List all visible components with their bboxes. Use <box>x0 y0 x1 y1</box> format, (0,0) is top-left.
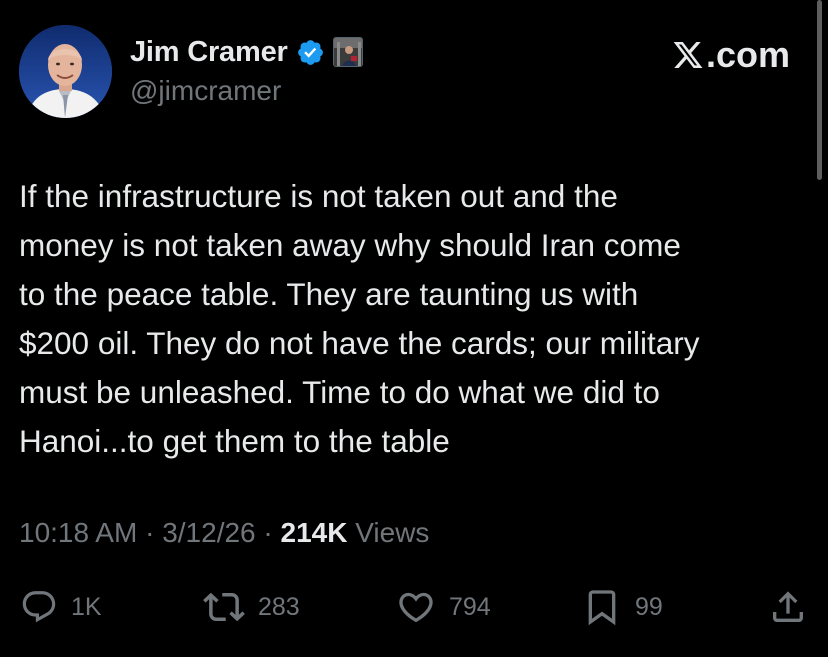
repost-button[interactable]: 283 <box>203 584 300 630</box>
tweet-meta: 10:18 AM · 3/12/26 · 214K Views <box>19 517 429 549</box>
tweet-screenshot: Jim Cramer @jimcramer .com If the infras… <box>0 0 828 657</box>
x-logo-icon <box>673 42 703 68</box>
bookmark-icon <box>588 590 616 626</box>
tweet-line: to the peace table. They are taunting us… <box>19 276 639 312</box>
views-count[interactable]: 214K <box>281 517 348 548</box>
like-count: 794 <box>449 592 491 621</box>
avatar[interactable] <box>19 25 112 118</box>
repost-count: 283 <box>258 592 300 621</box>
brand-watermark: .com <box>672 34 790 76</box>
action-bar: 1K 283 794 99 <box>0 584 828 630</box>
reply-icon <box>22 591 56 623</box>
share-icon <box>773 591 803 622</box>
author-name-row: Jim Cramer <box>130 32 363 72</box>
views-label: Views <box>347 517 430 548</box>
tweet-date[interactable]: 3/12/26 <box>162 517 255 548</box>
tweet-line: If the infrastructure is not taken out a… <box>19 178 618 214</box>
tweet-line: $200 oil. They do not have the cards; ou… <box>19 325 700 361</box>
meta-separator: · <box>137 517 163 548</box>
share-button[interactable] <box>768 584 808 630</box>
verified-badge-icon[interactable] <box>296 38 325 67</box>
brand-domain: .com <box>705 34 790 75</box>
bookmark-count: 99 <box>635 592 663 621</box>
tweet-line: must be unleashed. Time to do what we di… <box>19 374 660 410</box>
scrollbar[interactable] <box>817 0 822 180</box>
reply-count: 1K <box>71 592 102 621</box>
tweet-text: If the infrastructure is not taken out a… <box>19 172 809 466</box>
heart-icon <box>399 592 433 623</box>
tweet-time[interactable]: 10:18 AM <box>19 517 137 548</box>
affiliation-badge-icon[interactable] <box>332 37 363 67</box>
author-handle[interactable]: @jimcramer <box>130 75 281 107</box>
tweet-line: Hanoi...to get them to the table <box>19 423 450 459</box>
tweet-line: money is not taken away why should Iran … <box>19 227 681 263</box>
like-button[interactable]: 794 <box>396 584 491 630</box>
author-display-name[interactable]: Jim Cramer <box>130 36 288 69</box>
repost-icon <box>203 592 245 622</box>
reply-button[interactable]: 1K <box>20 584 102 630</box>
meta-separator: · <box>255 517 281 548</box>
bookmark-button[interactable]: 99 <box>582 584 663 630</box>
